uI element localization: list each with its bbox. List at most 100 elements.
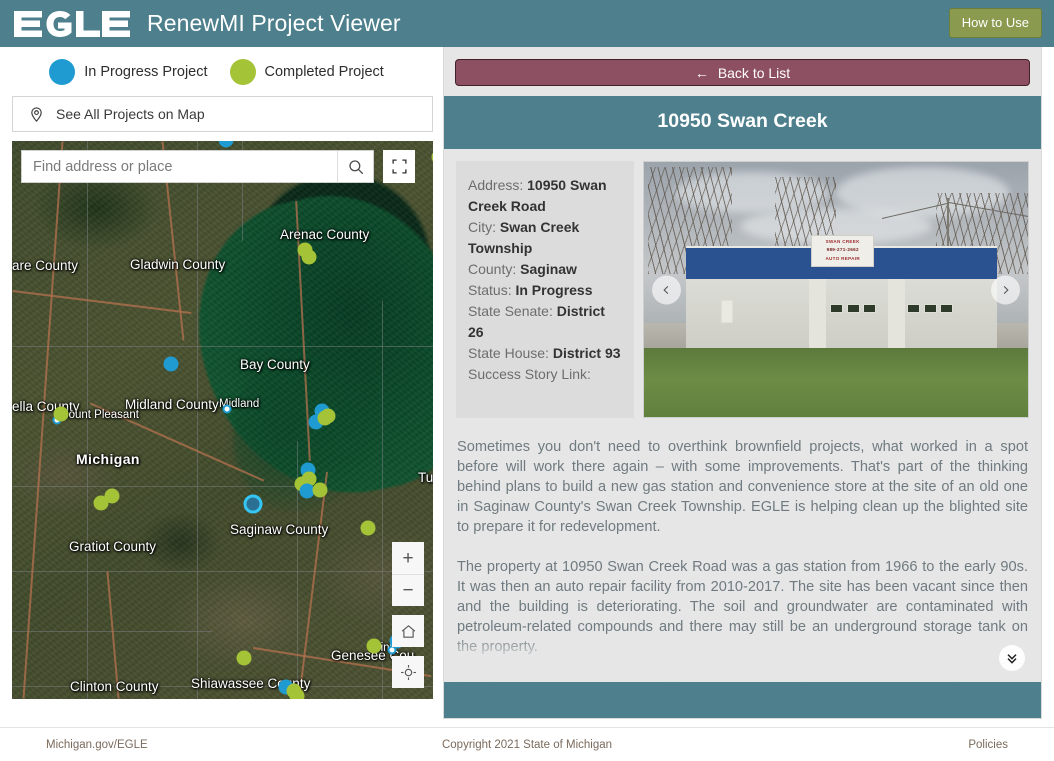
map-marker[interactable] bbox=[94, 496, 109, 511]
expand-icon[interactable] bbox=[383, 150, 415, 183]
project-fact-label: Address: bbox=[468, 177, 527, 193]
project-fact-label: City: bbox=[468, 219, 500, 235]
map-marker[interactable] bbox=[432, 150, 434, 165]
story-paragraph: EGLE awarded the project a $750,000 Brow… bbox=[457, 677, 1028, 682]
project-fact: County: Saginaw bbox=[468, 259, 624, 280]
project-photo: SWAN CREEK 989-271-2662 AUTO REPAIR bbox=[644, 162, 1028, 417]
map-marker[interactable] bbox=[302, 250, 317, 265]
map-label: Saginaw County bbox=[230, 522, 328, 537]
chevron-double-down-icon[interactable] bbox=[999, 645, 1025, 671]
see-all-projects-button[interactable]: See All Projects on Map bbox=[12, 96, 433, 132]
egle-logo bbox=[12, 9, 130, 39]
footer-policies-link[interactable]: Policies bbox=[968, 739, 1008, 751]
map-city-dot bbox=[223, 405, 232, 414]
story-paragraph: The property at 10950 Swan Creek Road wa… bbox=[457, 557, 1028, 657]
circle-icon bbox=[230, 59, 256, 85]
project-map[interactable]: + − Arenac bbox=[12, 141, 433, 699]
project-fact: State Senate: District 26 bbox=[468, 301, 624, 343]
home-icon[interactable] bbox=[392, 615, 424, 647]
map-label: ella County bbox=[12, 399, 80, 414]
project-fact-label: Success Story Link: bbox=[468, 366, 591, 382]
back-to-list-button[interactable]: ← Back to List bbox=[455, 59, 1030, 86]
project-photo-carousel[interactable]: SWAN CREEK 989-271-2662 AUTO REPAIR bbox=[643, 161, 1029, 418]
zoom-out-button[interactable]: − bbox=[392, 574, 424, 606]
detail-content[interactable]: Address: 10950 Swan Creek RoadCity: Swan… bbox=[444, 149, 1041, 682]
search-input[interactable] bbox=[22, 151, 337, 182]
project-fact-label: Status: bbox=[468, 282, 515, 298]
project-fact: City: Swan Creek Township bbox=[468, 217, 624, 259]
photo-garage-window bbox=[907, 304, 920, 313]
photo-garage-window bbox=[940, 304, 953, 313]
legend-item-completed: Completed Project bbox=[230, 59, 384, 85]
legend-item-in-progress: In Progress Project bbox=[49, 59, 207, 85]
map-marker[interactable] bbox=[290, 689, 305, 700]
project-story: Sometimes you don't need to overthink br… bbox=[456, 418, 1029, 682]
map-marker[interactable] bbox=[318, 411, 333, 426]
map-marker-selected[interactable] bbox=[244, 495, 263, 514]
page-footer: Michigan.gov/EGLE Copyright 2021 State o… bbox=[0, 727, 1054, 761]
map-label: Clinton County bbox=[70, 679, 159, 694]
map-label: Gladwin County bbox=[130, 257, 225, 272]
project-fact: Address: 10950 Swan Creek Road bbox=[468, 175, 624, 217]
chevron-right-icon[interactable] bbox=[991, 275, 1020, 304]
project-fact-label: County: bbox=[468, 261, 520, 277]
project-fact-label: State Senate: bbox=[468, 303, 557, 319]
map-marker[interactable] bbox=[237, 651, 252, 666]
project-fact: State House: District 93 bbox=[468, 343, 624, 364]
map-overlay-layer: Arenac County Gladwin County are County Bay… bbox=[12, 141, 433, 699]
app-header: RenewMI Project Viewer How to Use bbox=[0, 0, 1054, 47]
project-fact: Success Story Link: bbox=[468, 364, 624, 385]
project-fact: Status: In Progress bbox=[468, 280, 624, 301]
crosshair-icon[interactable] bbox=[392, 656, 424, 688]
map-marker[interactable] bbox=[219, 141, 234, 148]
search-icon[interactable] bbox=[337, 151, 373, 182]
photo-business-sign: SWAN CREEK 989-271-2662 AUTO REPAIR bbox=[811, 235, 874, 267]
map-label: Bay County bbox=[240, 357, 310, 372]
footer-michigan-link[interactable]: Michigan.gov/EGLE bbox=[46, 739, 148, 751]
map-controls: + − bbox=[392, 542, 424, 688]
photo-garage-window bbox=[863, 304, 876, 313]
detail-panel-footer bbox=[444, 682, 1041, 718]
legend-label-completed: Completed Project bbox=[265, 64, 384, 80]
map-marker[interactable] bbox=[164, 357, 179, 372]
page-body: In Progress Project Completed Project Se… bbox=[0, 47, 1054, 727]
chevron-left-icon[interactable] bbox=[652, 275, 681, 304]
how-to-use-button[interactable]: How to Use bbox=[949, 8, 1042, 38]
photo-lawn bbox=[644, 348, 1028, 417]
back-button-container: ← Back to List bbox=[444, 47, 1041, 96]
photo-window bbox=[721, 300, 733, 323]
page-title: RenewMI Project Viewer bbox=[147, 10, 401, 37]
zoom-in-button[interactable]: + bbox=[392, 542, 424, 574]
map-label: Michigan bbox=[76, 451, 140, 467]
photo-bay-divider bbox=[888, 279, 905, 348]
project-fact-value: Saginaw bbox=[520, 261, 577, 277]
project-title: 10950 Swan Creek bbox=[444, 96, 1041, 149]
footer-copyright: Copyright 2021 State of Michigan bbox=[442, 739, 612, 751]
arrow-left-icon: ← bbox=[695, 65, 709, 81]
sign-line-1: SWAN CREEK bbox=[826, 238, 860, 246]
sign-line-3: AUTO REPAIR bbox=[825, 255, 860, 263]
sign-line-2: 989-271-2662 bbox=[827, 246, 859, 254]
map-label: are County bbox=[12, 258, 78, 273]
photo-garage-window bbox=[847, 304, 860, 313]
back-to-list-label: Back to List bbox=[718, 65, 790, 81]
project-fact-value: In Progress bbox=[515, 282, 592, 298]
see-all-projects-label: See All Projects on Map bbox=[56, 106, 205, 122]
search-box bbox=[21, 150, 374, 183]
project-fact-value: District 93 bbox=[553, 345, 621, 361]
photo-bay-divider bbox=[809, 279, 826, 348]
photo-garage-window bbox=[830, 304, 843, 313]
map-column: In Progress Project Completed Project Se… bbox=[12, 47, 433, 699]
map-label: Arenac County bbox=[280, 227, 369, 242]
project-fact-label: State House: bbox=[468, 345, 553, 361]
circle-icon bbox=[49, 59, 75, 85]
photo-garage-window bbox=[924, 304, 937, 313]
map-marker[interactable] bbox=[313, 483, 328, 498]
map-pin-icon bbox=[28, 106, 45, 123]
map-marker[interactable] bbox=[54, 407, 69, 422]
map-label: Gratiot County bbox=[69, 539, 156, 554]
legend-label-in-progress: In Progress Project bbox=[84, 64, 207, 80]
map-marker[interactable] bbox=[367, 639, 382, 654]
map-marker[interactable] bbox=[361, 521, 376, 536]
map-label: Mount Pleasant bbox=[59, 409, 139, 421]
